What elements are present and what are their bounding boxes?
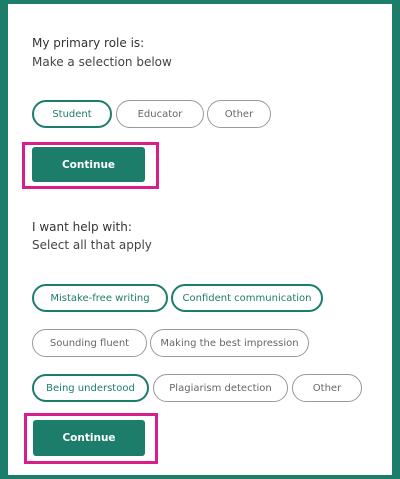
- help-question-title: I want help with:: [32, 220, 132, 234]
- onboarding-panel: My primary role is: Make a selection bel…: [0, 0, 400, 479]
- help-option-confident-communication[interactable]: Confident communication: [171, 284, 323, 312]
- help-option-being-understood[interactable]: Being understood: [32, 374, 149, 402]
- role-option-student[interactable]: Student: [32, 100, 112, 128]
- help-option-plagiarism-detection[interactable]: Plagiarism detection: [153, 374, 288, 402]
- help-continue-button[interactable]: Continue: [33, 420, 145, 456]
- role-continue-button[interactable]: Continue: [32, 147, 145, 182]
- help-question-subtitle: Select all that apply: [32, 238, 152, 252]
- role-option-other[interactable]: Other: [207, 100, 271, 128]
- role-option-educator[interactable]: Educator: [116, 100, 204, 128]
- help-option-making-best-impression[interactable]: Making the best impression: [150, 329, 309, 357]
- help-option-sounding-fluent[interactable]: Sounding fluent: [32, 329, 147, 357]
- help-option-other[interactable]: Other: [292, 374, 362, 402]
- help-option-mistake-free-writing[interactable]: Mistake-free writing: [32, 284, 168, 312]
- role-question-subtitle: Make a selection below: [32, 55, 172, 69]
- role-question-title: My primary role is:: [32, 36, 145, 50]
